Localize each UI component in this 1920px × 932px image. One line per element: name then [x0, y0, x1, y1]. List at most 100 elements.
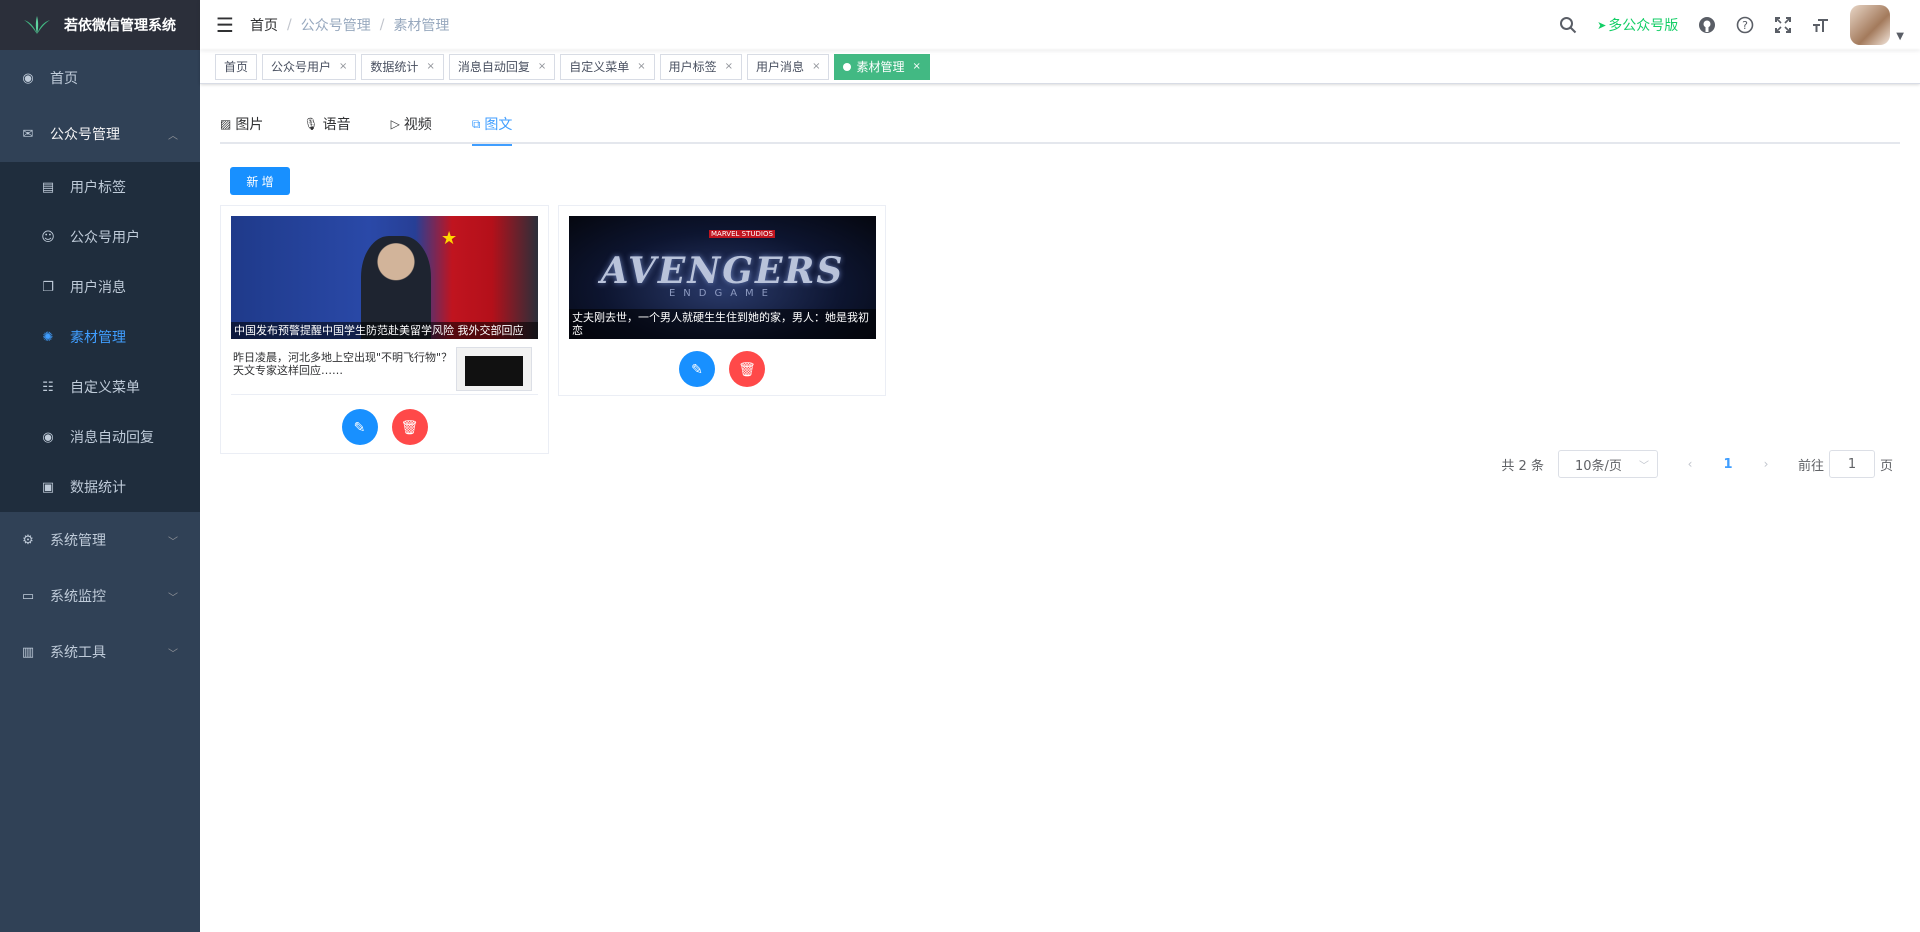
sidebar-item-label: 用户标签 — [70, 180, 126, 196]
close-icon[interactable]: × — [538, 61, 546, 72]
sidebar-item-label: 系统管理 — [50, 533, 106, 549]
cover-image[interactable]: MARVEL STUDIOS AVENGERS ENDGAME 丈夫刚去世，一个… — [569, 216, 876, 339]
multi-account-link[interactable]: ➤ 多公众号版 — [1587, 15, 1688, 35]
tag-label: 首页 — [224, 60, 249, 74]
sidebar-item-label: 自定义菜单 — [70, 380, 140, 396]
cover-image[interactable]: ★ 中国发布预警提醒中国学生防范赴美留学风险 我外交部回应 — [231, 216, 538, 339]
logo-icon — [24, 16, 50, 34]
tag-label: 数据统计 — [370, 60, 419, 74]
sidebar-item-system-tools[interactable]: ▥ 系统工具 ﹀ — [0, 624, 200, 680]
close-icon[interactable]: × — [637, 61, 645, 72]
tag-auto-reply[interactable]: 消息自动回复 × — [448, 53, 556, 80]
svg-text:?: ? — [1742, 19, 1748, 32]
active-dot-icon — [843, 62, 852, 71]
tab-label: 语音 — [322, 117, 351, 133]
cover-subtitle: ENDGAME — [668, 288, 777, 299]
tab-voice[interactable]: 🎙︎ 语音 — [303, 104, 370, 144]
play-icon: ▷ — [390, 117, 400, 131]
sidebar-item-user-tags[interactable]: ▤ 用户标签 — [0, 162, 200, 212]
sub-article-title: 昨日凌晨，河北多地上空出现"不明飞行物"？天文专家这样回应…… — [233, 351, 453, 377]
article-card: ★ 中国发布预警提醒中国学生防范赴美留学风险 我外交部回应 昨日凌晨，河北多地上… — [220, 205, 549, 454]
send-icon: ➤ — [1597, 18, 1607, 32]
cover-badge: MARVEL STUDIOS — [709, 230, 775, 238]
sub-article[interactable]: 昨日凌晨，河北多地上空出现"不明飞行物"？天文专家这样回应…… — [231, 339, 538, 395]
close-icon[interactable]: × — [339, 61, 347, 72]
tag-material-management[interactable]: 素材管理 × — [834, 53, 930, 80]
hamburger-icon[interactable]: ☰ — [200, 0, 250, 50]
goto-prefix: 前往 — [1797, 458, 1824, 474]
close-icon[interactable]: × — [725, 61, 733, 72]
breadcrumb-item-home[interactable]: 首页 — [250, 15, 278, 35]
card-actions: ✎ 🗑︎ — [559, 351, 885, 387]
sidebar-item-auto-reply[interactable]: ◉ 消息自动回复 — [0, 412, 200, 462]
tab-article[interactable]: ⧉ 图文 — [471, 104, 533, 146]
font-size-icon[interactable] — [1802, 16, 1840, 34]
page-number[interactable]: 1 — [1710, 450, 1746, 478]
sidebar-item-material-management[interactable]: ✺ 素材管理 — [0, 312, 200, 362]
goto-page-input[interactable] — [1828, 450, 1875, 478]
add-button[interactable]: 新 增 — [230, 167, 290, 195]
prev-page-button[interactable]: ‹ — [1670, 450, 1710, 478]
github-icon[interactable] — [1688, 16, 1726, 34]
tab-image[interactable]: ▨ 图片 — [220, 104, 283, 144]
sidebar-item-system-monitor[interactable]: ▭ 系统监控 ﹀ — [0, 568, 200, 624]
help-icon[interactable]: ? — [1726, 16, 1764, 34]
main-area: ☰ 首页 / 公众号管理 / 素材管理 ➤ 多公众号版 ? ▼ 首页 公众号用户… — [200, 0, 1920, 932]
sidebar-item-wechat-users[interactable]: ☺ 公众号用户 — [0, 212, 200, 262]
dashboard-icon: ◉ — [22, 70, 34, 86]
tag-user-messages[interactable]: 用户消息 × — [747, 53, 830, 80]
tag-user-tags[interactable]: 用户标签 × — [659, 53, 743, 80]
edit-button[interactable]: ✎ — [341, 409, 378, 445]
close-icon[interactable]: × — [912, 61, 920, 72]
sidebar-item-label: 公众号用户 — [70, 230, 140, 246]
tag-custom-menu[interactable]: 自定义菜单 × — [560, 53, 655, 80]
sidebar-item-wechat-management[interactable]: ✉ 公众号管理 ︿ — [0, 106, 200, 162]
chevron-down-icon: ﹀ — [1638, 460, 1649, 472]
tab-label: 视频 — [403, 117, 432, 133]
right-menu: ➤ 多公众号版 ? ▼ — [1549, 0, 1920, 50]
logo[interactable]: 若依微信管理系统 — [0, 0, 200, 50]
tag-home[interactable]: 首页 — [215, 53, 258, 80]
delete-button[interactable]: 🗑︎ — [391, 409, 428, 445]
article-icon: ⧉ — [471, 116, 481, 131]
close-icon[interactable]: × — [426, 61, 434, 72]
sidebar-item-label: 公众号管理 — [50, 127, 120, 143]
navbar: ☰ 首页 / 公众号管理 / 素材管理 ➤ 多公众号版 ? ▼ — [200, 0, 1920, 50]
breadcrumb-separator: / — [379, 17, 385, 33]
page-size-select[interactable]: 10条/页 ﹀ — [1557, 450, 1658, 478]
delete-button[interactable]: 🗑︎ — [729, 351, 765, 387]
chevron-up-icon: ︿ — [168, 130, 178, 142]
sidebar-item-system-management[interactable]: ⚙ 系统管理 ﹀ — [0, 512, 200, 568]
page-content: ▨ 图片 🎙︎ 语音 ▷ 视频 ⧉ 图文 新 增 ★ 中国发布预警提醒中国学生防范赴美留… — [200, 84, 1920, 932]
fullscreen-icon[interactable] — [1764, 16, 1802, 34]
breadcrumb-separator: / — [287, 17, 292, 33]
close-icon[interactable]: × — [812, 61, 820, 72]
trash-icon: 🗑︎ — [738, 360, 756, 377]
tab-video[interactable]: ▷ 视频 — [391, 104, 452, 144]
search-icon[interactable] — [1549, 16, 1587, 34]
tag-label: 用户标签 — [668, 60, 717, 74]
edit-button[interactable]: ✎ — [679, 351, 715, 387]
toolbox-icon: ▥ — [21, 644, 35, 660]
sidebar-item-label: 首页 — [50, 71, 78, 87]
sidebar-item-custom-menu[interactable]: ☷ 自定义菜单 — [0, 362, 200, 412]
sidebar-item-user-messages[interactable]: ❐ 用户消息 — [0, 262, 200, 312]
tag-icon: ▤ — [41, 179, 55, 195]
tag-label: 自定义菜单 — [569, 60, 630, 74]
chevron-down-icon: ﹀ — [168, 592, 178, 604]
tag-statistics[interactable]: 数据统计 × — [361, 53, 444, 80]
sidebar-item-label: 数据统计 — [70, 480, 126, 496]
sidebar-item-statistics[interactable]: ▣ 数据统计 — [0, 462, 200, 512]
caret-down-icon[interactable]: ▼ — [1896, 31, 1904, 42]
material-icon: ✺ — [42, 329, 54, 345]
image-icon: ▨ — [220, 117, 232, 131]
goto-suffix: 页 — [1879, 458, 1893, 474]
sidebar-item-home[interactable]: ◉ 首页 — [0, 50, 200, 106]
avatar[interactable] — [1850, 5, 1891, 45]
tag-wechat-users[interactable]: 公众号用户 × — [262, 53, 357, 80]
sub-article-thumbnail — [456, 347, 532, 391]
star-icon: ★ — [441, 228, 458, 249]
pagination-total: 共 2 条 — [1501, 458, 1544, 474]
next-page-button[interactable]: › — [1746, 450, 1786, 478]
tag-label: 公众号用户 — [271, 60, 332, 74]
